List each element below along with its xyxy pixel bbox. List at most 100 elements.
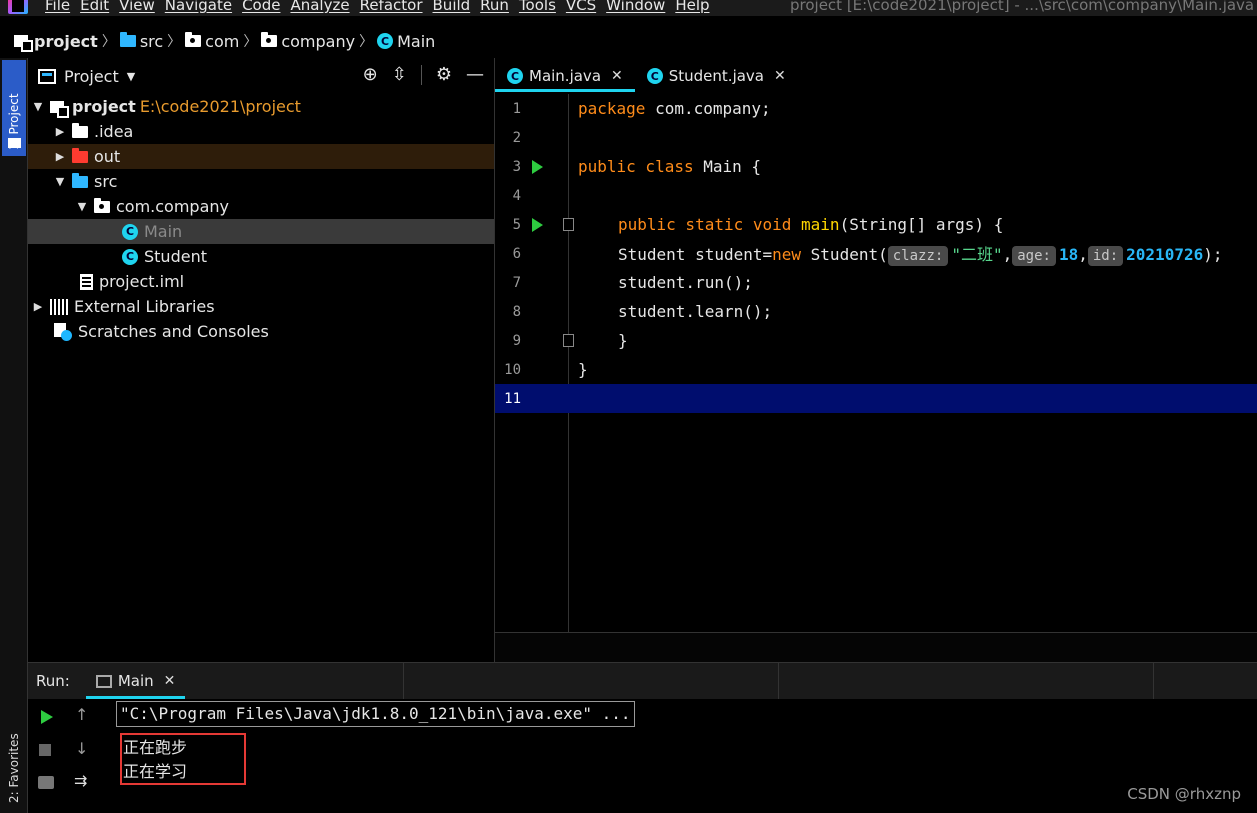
code-line[interactable]: 2 (495, 123, 1257, 152)
fold-icon[interactable] (563, 334, 574, 347)
code-line[interactable]: 1 package com.company; (495, 94, 1257, 123)
menu-code[interactable]: Code (242, 0, 280, 14)
highlighted-output-box: 正在跑步 正在学习 (120, 733, 246, 785)
collapse-arrow-icon[interactable]: ▶ (54, 125, 66, 138)
code-line[interactable]: 4 (495, 181, 1257, 210)
menu-analyze[interactable]: Analyze (290, 0, 349, 14)
run-gutter-icon[interactable] (532, 217, 543, 232)
camera-icon[interactable] (38, 776, 54, 789)
soft-wrap-icon[interactable]: ⇉ (74, 771, 87, 790)
header-divider (1153, 663, 1154, 699)
menu-tools[interactable]: Tools (519, 0, 556, 14)
menu-edit[interactable]: Edit (80, 0, 109, 14)
run-toolbar: ↑ ↓ ⇉ (28, 699, 98, 813)
line-number: 11 (504, 390, 521, 407)
code-line[interactable]: 3 public class Main { (495, 152, 1257, 181)
excluded-folder-icon (72, 147, 88, 163)
menu-run[interactable]: Run (480, 0, 509, 14)
breadcrumb-company[interactable]: company (261, 32, 355, 51)
chevron-down-icon[interactable]: ▼ (127, 70, 135, 83)
collapse-all-icon[interactable]: ⇳ (392, 64, 407, 85)
project-view-dropdown[interactable]: Project (64, 67, 119, 86)
class-icon (377, 33, 394, 49)
tree-item-project-iml[interactable]: project.iml (28, 269, 494, 294)
source-folder-icon (72, 172, 88, 188)
code-area[interactable]: 1 package com.company; 2 3 public class … (495, 94, 1257, 413)
tree-item-scratches[interactable]: Scratches and Consoles (28, 319, 494, 344)
favorites-tool-window-button[interactable]: 2: Favorites (2, 723, 26, 813)
package-icon (94, 197, 110, 213)
menu-view[interactable]: View (119, 0, 155, 14)
tree-item-idea[interactable]: ▶ .idea (28, 119, 494, 144)
tab-student-java[interactable]: Student.java ✕ (635, 60, 798, 92)
menu-refactor[interactable]: Refactor (360, 0, 423, 14)
fold-icon[interactable] (563, 218, 574, 231)
line-number: 3 (512, 158, 521, 175)
menu-navigate[interactable]: Navigate (165, 0, 232, 14)
file-icon (80, 273, 93, 290)
gear-icon[interactable]: ⚙ (436, 64, 452, 85)
parameter-hint: age: (1012, 246, 1056, 266)
project-panel-toolbar: ⊕ ⇳ ⚙ — (363, 64, 484, 85)
run-panel-header: Run: Main ✕ (28, 663, 1257, 699)
close-icon[interactable]: ✕ (611, 68, 623, 84)
breadcrumb-com[interactable]: com (185, 32, 239, 51)
close-icon[interactable]: ✕ (164, 673, 176, 689)
line-number: 7 (512, 274, 521, 291)
tree-item-student[interactable]: Student (28, 244, 494, 269)
rerun-icon[interactable] (41, 710, 53, 724)
menu-file[interactable]: File (45, 0, 70, 14)
project-panel-header: Project ▼ ⊕ ⇳ ⚙ — (28, 58, 494, 94)
current-code-line[interactable]: 11 (495, 384, 1257, 413)
console-output-line: 正在学习 (123, 762, 188, 781)
expand-arrow-icon[interactable]: ▼ (76, 200, 88, 213)
tree-item-external-libraries[interactable]: ▶ External Libraries (28, 294, 494, 319)
code-line[interactable]: 9 } (495, 326, 1257, 355)
arrow-up-icon[interactable]: ↑ (75, 705, 88, 724)
expand-arrow-icon[interactable]: ▼ (54, 175, 66, 188)
breadcrumb-project[interactable]: project (14, 32, 98, 52)
run-tab-main[interactable]: Main ✕ (85, 663, 186, 699)
run-gutter-icon[interactable] (532, 159, 543, 174)
tree-item-src[interactable]: ▼ src (28, 169, 494, 194)
console-command-line[interactable]: "C:\Program Files\Java\jdk1.8.0_121\bin\… (116, 701, 635, 727)
tree-item-project[interactable]: ▼ project E:\code2021\project (28, 94, 494, 119)
console-icon (95, 674, 112, 688)
menu-help[interactable]: Help (675, 0, 709, 14)
code-line[interactable]: 10 } (495, 355, 1257, 384)
tree-item-main[interactable]: Main (28, 219, 494, 244)
stop-icon[interactable] (39, 744, 51, 756)
code-line[interactable]: 6 Student student=new Student(clazz: "二班"… (495, 239, 1257, 268)
source-folder-icon (119, 32, 136, 47)
menu-window[interactable]: Window (606, 0, 665, 14)
code-line[interactable]: 5 public static void main(String[] args)… (495, 210, 1257, 239)
project-tool-window-button[interactable]: 1: Project (2, 60, 26, 156)
code-line[interactable]: 7 student.run(); (495, 268, 1257, 297)
editor-bottom-bar (495, 632, 1257, 662)
tree-item-com-company[interactable]: ▼ com.company (28, 194, 494, 219)
run-label: Run: (36, 672, 70, 690)
locate-file-icon[interactable]: ⊕ (363, 64, 378, 85)
menu-vcs[interactable]: VCS (566, 0, 596, 14)
collapse-arrow-icon[interactable]: ▶ (54, 150, 66, 163)
breadcrumb-src[interactable]: src (119, 32, 163, 51)
chevron-right-icon: 〉 (243, 34, 258, 50)
breadcrumb-main[interactable]: Main (377, 32, 435, 51)
menu-build[interactable]: Build (433, 0, 471, 14)
collapse-arrow-icon[interactable]: ▶ (32, 300, 44, 313)
project-panel: Project ▼ ⊕ ⇳ ⚙ — ▼ project E:\code2021\p… (28, 58, 494, 662)
hide-panel-icon[interactable]: — (466, 64, 484, 85)
expand-arrow-icon[interactable]: ▼ (32, 100, 44, 113)
tab-main-java[interactable]: Main.java ✕ (495, 60, 635, 92)
breadcrumb: project 〉 src 〉 com 〉 company 〉 Main (0, 24, 1257, 58)
menu-bar: File Edit View Navigate Code Analyze Ref… (0, 0, 1257, 16)
tree-item-out[interactable]: ▶ out (28, 144, 494, 169)
close-icon[interactable]: ✕ (774, 68, 786, 84)
chevron-right-icon: 〉 (167, 34, 182, 50)
code-line[interactable]: 8 student.learn(); (495, 297, 1257, 326)
scratch-icon (54, 322, 72, 341)
chevron-right-icon: 〉 (101, 34, 116, 50)
folder-icon (72, 122, 88, 138)
arrow-down-icon[interactable]: ↓ (75, 739, 88, 758)
console-output-line: 正在跑步 (123, 738, 188, 757)
